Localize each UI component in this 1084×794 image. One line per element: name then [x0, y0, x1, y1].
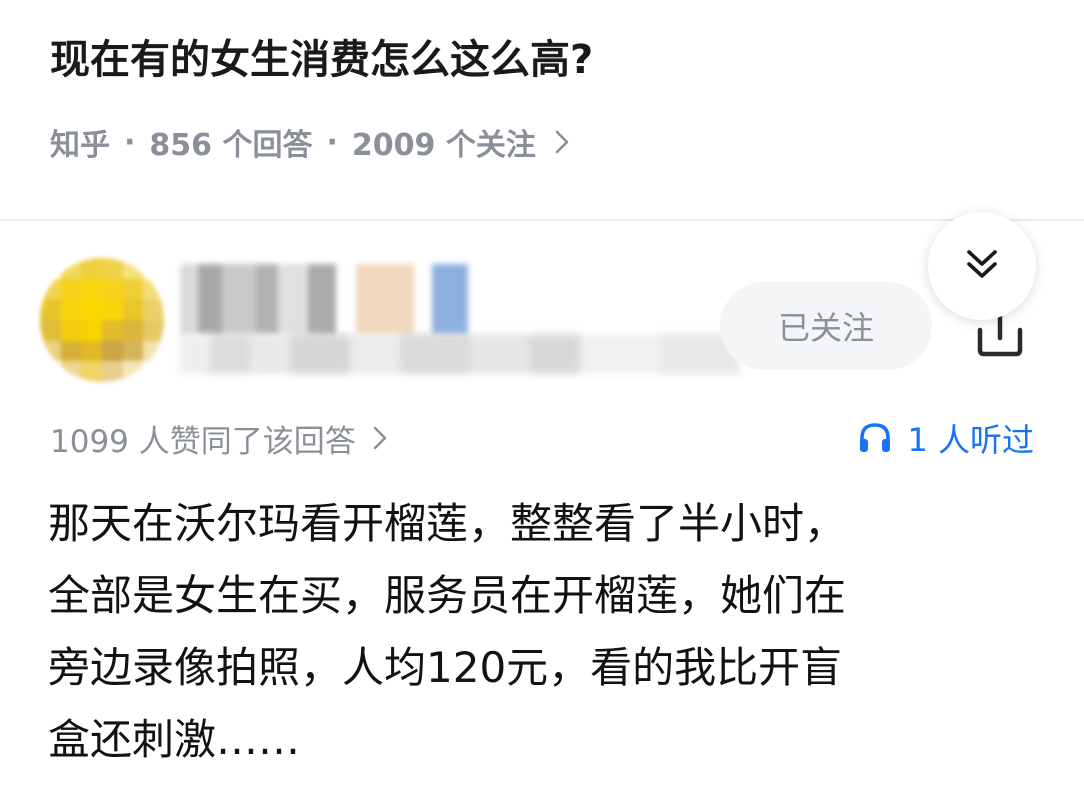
- avatar[interactable]: [40, 258, 164, 382]
- answer-line: 全部是女生在买，服务员在开榴莲，她们在: [48, 571, 847, 620]
- chevron-right-icon: [554, 128, 570, 156]
- question-meta[interactable]: 知乎 · 856 个回答 · 2009 个关注: [50, 118, 570, 166]
- answer-line: 旁边录像拍照，人均120元，看的我比开盲: [48, 643, 843, 692]
- answer-line: 盒还刺激……: [48, 715, 301, 764]
- collapse-button[interactable]: [928, 212, 1036, 320]
- user-bio-redacted: [180, 334, 740, 374]
- double-chevron-down-icon: [962, 244, 1002, 288]
- upvote-count: 1099 人赞同了该回答: [50, 423, 356, 460]
- follower-count: 2009 个关注: [351, 128, 536, 163]
- username-redacted[interactable]: [180, 264, 470, 336]
- upvote-count-link[interactable]: 1099 人赞同了该回答: [50, 414, 388, 462]
- question-title[interactable]: 现在有的女生消费怎么这么高?: [50, 28, 593, 92]
- meta-separator: ·: [124, 124, 136, 160]
- divider: [0, 219, 1084, 221]
- listen-count-link[interactable]: 1 人听过: [857, 414, 1034, 462]
- chevron-right-icon: [372, 424, 388, 452]
- source-label: 知乎: [50, 128, 110, 163]
- answer-count: 856 个回答: [149, 128, 313, 163]
- answer-content[interactable]: 那天在沃尔玛看开榴莲，整整看了半小时， 全部是女生在买，服务员在开榴莲，她们在 …: [48, 488, 1038, 776]
- follow-button[interactable]: 已关注: [720, 282, 932, 370]
- meta-separator: ·: [326, 124, 338, 160]
- listen-count: 1 人听过: [907, 421, 1034, 459]
- headphones-icon: [857, 420, 893, 456]
- answer-line: 那天在沃尔玛看开榴莲，整整看了半小时，: [48, 499, 847, 548]
